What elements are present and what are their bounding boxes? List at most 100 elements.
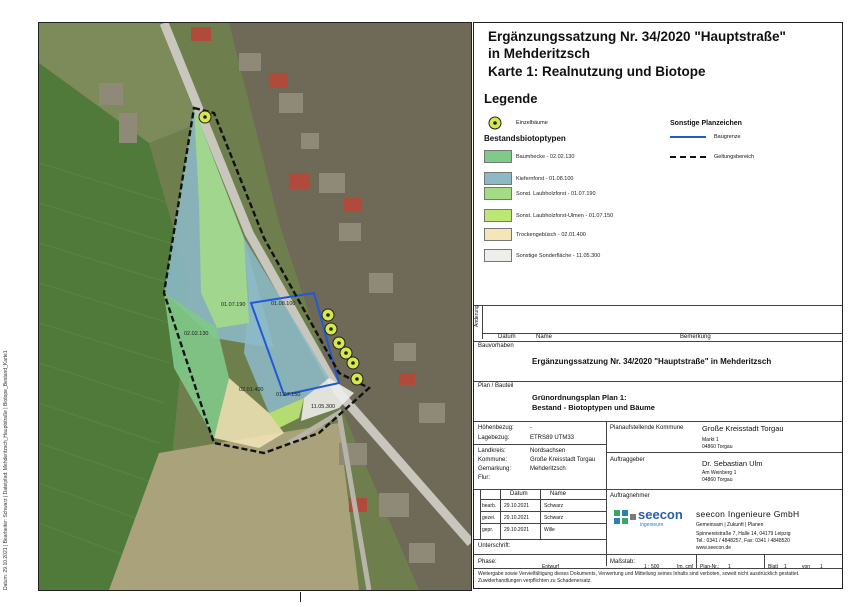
lagebezug-label: Lagebezug: bbox=[478, 435, 510, 441]
blatt-value: 1 bbox=[784, 564, 787, 570]
tree-legend-icon bbox=[488, 116, 502, 135]
bearb-name: Schwarz bbox=[544, 503, 564, 509]
planaufst-label: Planaufstellende Kommune bbox=[610, 425, 684, 431]
footer-notice: Weitergabe sowie Vervielfältigung dieses… bbox=[478, 571, 800, 584]
auftraggeber-addr2: 04860 Torgau bbox=[702, 477, 733, 483]
gezei-date: 29.10.2021 bbox=[504, 515, 530, 521]
tree-icon bbox=[346, 356, 360, 370]
bestand-heading: Bestandsbiotoptypen bbox=[484, 134, 566, 143]
side-meta-text: Datum: 29.10.2021 | Bearbeiter: Schwarz … bbox=[3, 350, 9, 590]
landkreis-value: Nordsachsen bbox=[530, 448, 566, 454]
gemarkung-label: Gemarkung: bbox=[478, 466, 512, 472]
bauvorhaben-label: Bauvorhaben bbox=[478, 343, 514, 349]
company-sub: Gemeinsam | Zukunft | Planen bbox=[696, 522, 764, 528]
swatch-baumhecke bbox=[484, 150, 512, 163]
bauvorhaben-value: Ergänzungssatzung Nr. 34/2020 "Hauptstra… bbox=[532, 357, 772, 366]
map-label-5: 01.07.150 bbox=[276, 392, 300, 398]
kommune-label: Kommune: bbox=[478, 457, 508, 463]
company-web: www.seecon.de bbox=[696, 545, 732, 551]
plannr-value: 1 bbox=[728, 564, 731, 570]
company-name: seecon Ingenieure GmbH bbox=[696, 509, 800, 519]
map-label-6: 11.05.300 bbox=[311, 404, 335, 410]
label-sonderflaeche: Sonstige Sonderfläche - 11.05.300 bbox=[516, 253, 601, 259]
tree-icon bbox=[324, 322, 338, 336]
swatch-laubholzforst bbox=[484, 187, 512, 200]
phase-value: Entwurf bbox=[542, 564, 559, 570]
bemerkung-header: Bemerkung bbox=[680, 334, 711, 340]
planaufst-name: Große Kreisstadt Torgau bbox=[702, 424, 784, 433]
swatch-ulmen bbox=[484, 209, 512, 222]
planaufst-addr2: 04860 Torgau bbox=[702, 444, 733, 450]
massstab-value: 1 : 500 bbox=[644, 564, 660, 570]
hoehenbezug-value: - bbox=[530, 425, 532, 431]
legend-heading: Legende bbox=[484, 91, 538, 106]
auftraggeber-label: Auftraggeber bbox=[610, 457, 645, 463]
aerial-map[interactable]: 01.07.190 01.08.100 02.02.130 02.01.400 … bbox=[38, 22, 472, 591]
kommune-value: Große Kreisstadt Torgau bbox=[530, 457, 596, 463]
auftraggeber-name: Dr. Sebastian Ulm bbox=[702, 459, 763, 468]
label-trockengebuesch: Trockengebüsch - 02.01.400 bbox=[516, 232, 586, 238]
map-label-1: 01.07.190 bbox=[221, 302, 245, 308]
swatch-kiefernforst bbox=[484, 172, 512, 185]
baugrenze-legend-line bbox=[670, 136, 706, 138]
von-label: von bbox=[802, 564, 811, 570]
sonstige-heading: Sonstige Planzeichen bbox=[670, 120, 742, 127]
plan-label: Plan / Bauteil bbox=[478, 383, 514, 389]
swatch-trockengebuesch bbox=[484, 228, 512, 241]
title-line2: in Mehderitzsch bbox=[488, 46, 591, 61]
title-line3: Karte 1: Realnutzung und Biotope bbox=[488, 64, 706, 79]
seecon-logo-icon bbox=[614, 510, 636, 533]
unit-value: [m, cm] bbox=[677, 564, 694, 570]
plan-line1: Grünordnungsplan Plan 1: bbox=[532, 393, 627, 402]
geltungsbereich-label: Geltungsbereich bbox=[714, 154, 755, 160]
map-svg: 01.07.190 01.08.100 02.02.130 02.01.400 … bbox=[39, 23, 471, 590]
unterschrift-label: Unterschrift: bbox=[478, 543, 511, 549]
plan-sheet: Datum: 29.10.2021 | Bearbeiter: Schwarz … bbox=[0, 0, 850, 607]
gezei-label: gezei. bbox=[482, 515, 496, 521]
gepr-date: 29.10.2021 bbox=[504, 527, 530, 533]
bearb-label: bearb. bbox=[482, 503, 497, 509]
von-value: 1 bbox=[820, 564, 823, 570]
label-ulmen: Sonst. Laubholzforst-Ulmen - 01.07.150 bbox=[516, 213, 614, 219]
name-header: Name bbox=[536, 334, 553, 340]
tree-icon bbox=[198, 110, 212, 124]
label-baumhecke: Baumhecke - 02.02.130 bbox=[516, 154, 575, 160]
baugrenze-label: Baugrenze bbox=[714, 134, 741, 140]
blatt-label: Blatt bbox=[768, 564, 779, 570]
datum-col: Datum bbox=[510, 491, 528, 497]
logo-subtext: ingenieure bbox=[640, 522, 664, 528]
label-laubholzforst: Sonst. Laubholzforst - 01.07.190 bbox=[516, 191, 596, 197]
auftraggeber-addr1: Am Weinberg 1 bbox=[702, 470, 737, 476]
tree-icon bbox=[321, 308, 335, 322]
datum-header: Datum bbox=[498, 334, 516, 340]
lagebezug-value: ETRS89 UTM33 bbox=[530, 435, 575, 441]
gemarkung-value: Mehderitzsch bbox=[530, 466, 566, 472]
landkreis-label: Landkreis: bbox=[478, 448, 506, 454]
label-kiefernforst: Kiefernforst - 01.08.100 bbox=[516, 176, 574, 182]
tree-icon bbox=[350, 372, 364, 386]
logo-text: seecon bbox=[638, 507, 683, 522]
hoehenbezug-label: Höhenbezug: bbox=[478, 425, 514, 431]
swatch-sonderflaeche bbox=[484, 249, 512, 262]
aenderung-label: Änderung bbox=[474, 305, 480, 327]
legend-panel: Ergänzungssatzung Nr. 34/2020 "Hauptstra… bbox=[473, 22, 843, 589]
plan-line2: Bestand - Biotoptypen und Bäume bbox=[532, 403, 655, 412]
planaufst-addr1: Markt 1 bbox=[702, 437, 719, 443]
gezei-name: Schwarz bbox=[544, 515, 564, 521]
gepr-label: gepr. bbox=[482, 527, 494, 533]
flur-label: Flur: bbox=[478, 475, 490, 481]
map-label-4: 02.01.400 bbox=[239, 387, 263, 393]
map-label-3: 02.02.130 bbox=[184, 331, 208, 337]
name-col: Name bbox=[550, 491, 567, 497]
auftragnehmer-label: Auftragnehmer bbox=[610, 493, 650, 499]
title-line1: Ergänzungssatzung Nr. 34/2020 "Hauptstra… bbox=[488, 29, 786, 44]
bearb-date: 29.10.2021 bbox=[504, 503, 530, 509]
gepr-name: Wille bbox=[544, 527, 555, 533]
geltungsbereich-legend-line bbox=[670, 156, 706, 158]
plannr-label: Plan-Nr.: bbox=[700, 564, 720, 570]
map-label-2: 01.08.100 bbox=[271, 301, 295, 307]
company-addr: Spinnereistraße 7, Halle 14, 04179 Leipz… bbox=[696, 531, 791, 537]
massstab-label: Maßstab: bbox=[610, 559, 636, 565]
einzelbaeume-label: Einzelbäume bbox=[516, 120, 548, 126]
company-tel: Tel.: 0341 / 4848257, Fax: 0341 / 484852… bbox=[696, 538, 790, 544]
